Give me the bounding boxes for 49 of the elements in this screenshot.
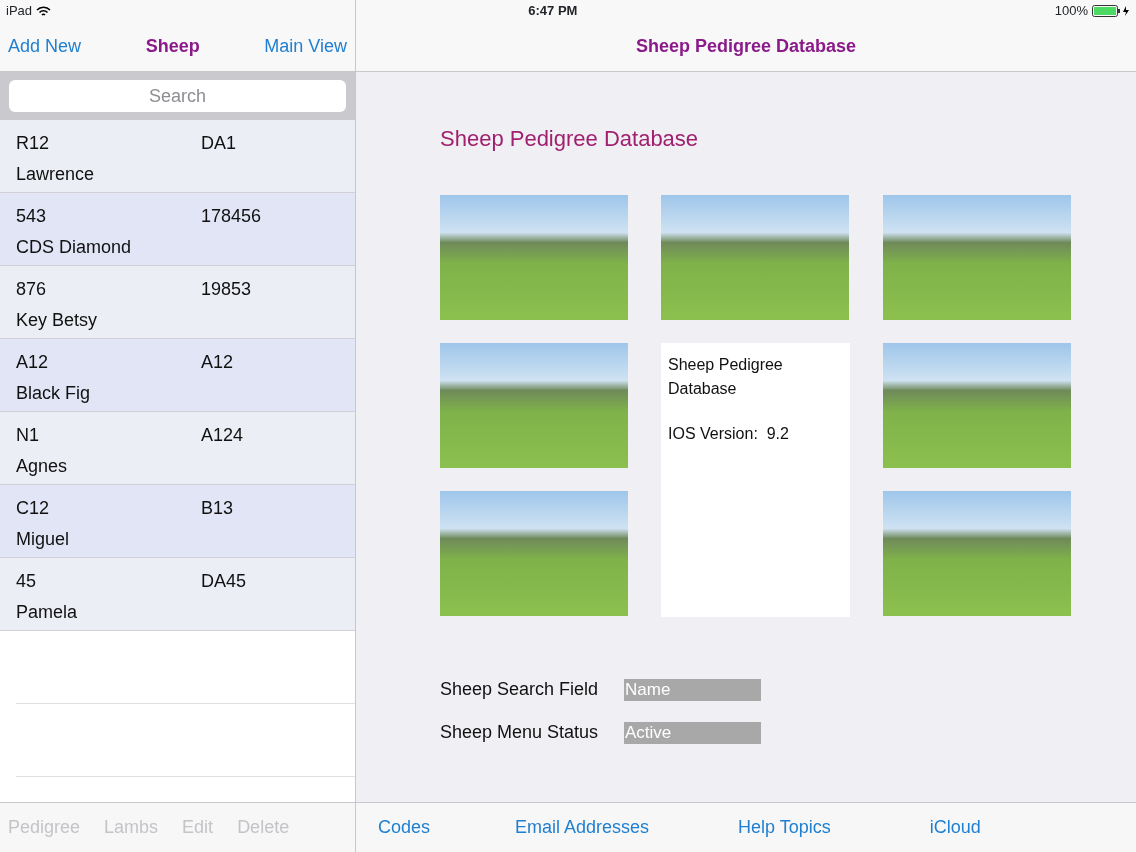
add-new-link[interactable]: Add New	[8, 33, 82, 60]
nav-title: Sheep Pedigree Database	[635, 35, 857, 58]
sheep-code: 19853	[201, 278, 252, 301]
sheep-name: Miguel	[16, 529, 70, 549]
battery-charging-icon	[1092, 5, 1130, 17]
sheep-name: CDS Diamond	[16, 237, 132, 257]
list-row[interactable]: R12 DA1 Lawrence	[0, 120, 355, 193]
status-time: 6:47 PM	[528, 2, 578, 21]
list-row[interactable]: 45 DA45 Pamela	[0, 558, 355, 631]
list-row[interactable]: C12 B13 Miguel	[0, 485, 355, 558]
list-row[interactable]: 543 178456 CDS Diamond	[0, 193, 355, 266]
sheep-name: Key Betsy	[16, 310, 98, 330]
sheep-id: N1	[16, 424, 40, 447]
field-label: Sheep Menu Status	[440, 721, 600, 744]
version-text: IOS Version: 9.2	[668, 424, 790, 444]
sheep-name: Pamela	[16, 602, 78, 622]
list-row[interactable]: N1 A124 Agnes	[0, 412, 355, 485]
sheep-id: 543	[16, 205, 48, 228]
list-row[interactable]: 876 19853 Key Betsy	[0, 266, 355, 339]
battery-percent: 100%	[1054, 2, 1088, 21]
toolbar-button[interactable]: Codes	[378, 814, 431, 841]
list-row[interactable]: A12 A12 Black Fig	[0, 339, 355, 412]
sheep-name: Black Fig	[16, 383, 91, 403]
toolbar-button[interactable]: Help Topics	[738, 814, 831, 841]
sheep-id: 45	[16, 570, 38, 593]
sheep-code: DA1	[201, 132, 236, 155]
field-label: Sheep Search Field	[440, 678, 600, 701]
field-value[interactable]: Name	[624, 678, 761, 701]
sheep-code: B13	[201, 497, 234, 520]
sheep-id: C12	[16, 497, 51, 520]
main-view-link[interactable]: Main View	[264, 33, 347, 60]
app-title: Sheep Pedigree Database	[668, 355, 784, 399]
search-field[interactable]: Search	[9, 80, 346, 112]
toolbar-button[interactable]: iCloud	[929, 814, 981, 841]
sheep-name: Lawrence	[16, 164, 95, 184]
sheep-id: 876	[16, 278, 48, 301]
sheep-code: DA45	[201, 570, 247, 593]
toolbar-button[interactable]: Email Addresses	[515, 814, 650, 841]
field-value[interactable]: Active	[624, 721, 761, 744]
device-name: iPad	[6, 2, 33, 21]
sheep-id: R12	[16, 132, 51, 155]
wifi-icon	[36, 5, 52, 17]
page-heading: Sheep Pedigree Database	[440, 125, 700, 153]
sheep-name: Agnes	[16, 456, 68, 476]
nav-title: Sheep	[145, 35, 200, 58]
sheep-code: A12	[201, 351, 234, 374]
sheep-code: A124	[201, 424, 244, 447]
sheep-id: A12	[16, 351, 50, 374]
sheep-code: 178456	[201, 205, 262, 228]
